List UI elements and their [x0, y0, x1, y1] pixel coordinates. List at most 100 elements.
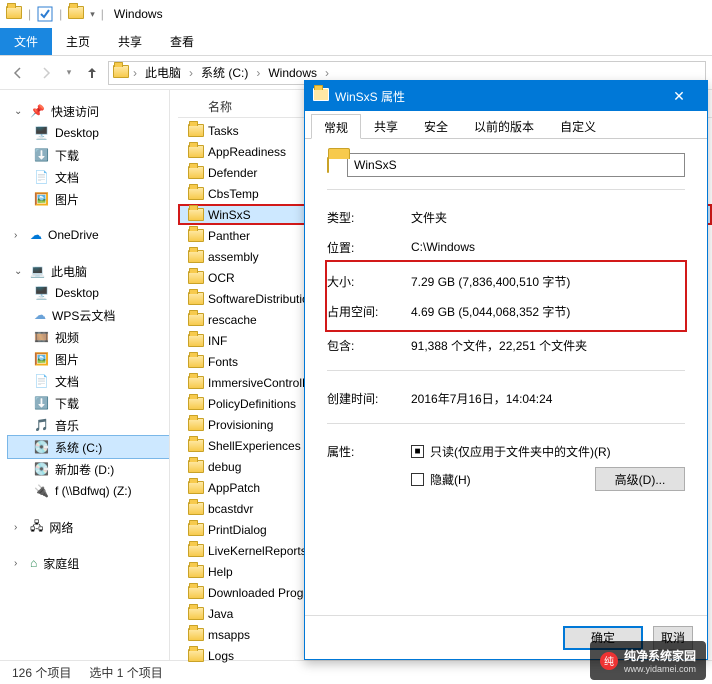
qat-separator: | — [28, 7, 31, 21]
folder-qat-icon[interactable] — [68, 6, 84, 22]
nav-this-pc[interactable]: ⌄💻此电脑 — [8, 260, 169, 282]
forward-button[interactable] — [34, 61, 58, 85]
prop-type: 类型:文件夹 — [327, 202, 685, 232]
folder-name: WinSxS — [208, 208, 251, 222]
folder-name: debug — [208, 460, 241, 474]
chevron-right-icon[interactable]: › — [254, 66, 262, 80]
readonly-checkbox[interactable]: ■ — [411, 445, 424, 458]
folder-icon — [188, 271, 204, 284]
nav-quick-documents[interactable]: 📄文档 — [8, 166, 169, 188]
document-icon: 📄 — [34, 374, 49, 388]
folder-icon — [188, 502, 204, 515]
dialog-tab-share[interactable]: 共享 — [361, 113, 411, 138]
prop-size-on-disk: 占用空间:4.69 GB (5,044,068,352 字节) — [327, 296, 685, 326]
watermark-url: www.yidamei.com — [624, 664, 696, 674]
checkbox-qat-icon[interactable] — [37, 6, 53, 22]
nav-pc-drive-c[interactable]: 💽系统 (C:) — [8, 436, 169, 458]
up-button[interactable] — [80, 61, 104, 85]
nav-homegroup[interactable]: ›⌂家庭组 — [8, 552, 169, 574]
folder-name-input[interactable]: WinSxS — [347, 153, 685, 177]
nav-quick-access[interactable]: ⌄📌快速访问 — [8, 100, 169, 122]
nav-pc-desktop[interactable]: 🖥️Desktop — [8, 282, 169, 304]
nav-pc-pictures[interactable]: 🖼️图片 — [8, 348, 169, 370]
folder-small-icon — [6, 6, 22, 22]
nav-pc-documents[interactable]: 📄文档 — [8, 370, 169, 392]
dialog-title: WinSxS 属性 — [335, 88, 405, 105]
nav-pc-drive-z[interactable]: 🔌f (\\Bdfwq) (Z:) — [8, 480, 169, 502]
dialog-titlebar[interactable]: WinSxS 属性 ✕ — [305, 81, 707, 111]
hidden-checkbox[interactable] — [411, 473, 424, 486]
cloud-icon: ☁ — [34, 308, 46, 322]
drive-icon: 💽 — [34, 440, 49, 454]
folder-icon — [188, 439, 204, 452]
nav-pc-drive-d[interactable]: 💽新加卷 (D:) — [8, 458, 169, 480]
readonly-label: 只读(仅应用于文件夹中的文件)(R) — [430, 443, 611, 460]
qat-separator: | — [59, 7, 62, 21]
ribbon-file-tab[interactable]: 文件 — [0, 28, 52, 55]
nav-pc-wps[interactable]: ☁WPS云文档 — [8, 304, 169, 326]
folder-icon — [188, 313, 204, 326]
folder-name: LiveKernelReports — [208, 544, 307, 558]
folder-name: CbsTemp — [208, 187, 259, 201]
folder-icon — [313, 88, 329, 104]
ribbon-tabs: 文件 主页 共享 查看 — [0, 28, 712, 56]
dialog-tab-general[interactable]: 常规 — [311, 114, 361, 139]
ribbon-tab-home[interactable]: 主页 — [52, 28, 104, 55]
folder-icon — [188, 187, 204, 200]
music-icon: 🎵 — [34, 418, 49, 432]
advanced-button[interactable]: 高级(D)... — [595, 467, 685, 491]
nav-pc-music[interactable]: 🎵音乐 — [8, 414, 169, 436]
video-icon: 🎞️ — [34, 330, 49, 344]
dialog-tab-security[interactable]: 安全 — [411, 113, 461, 138]
status-selection: 选中 1 个项目 — [89, 664, 162, 681]
desktop-icon: 🖥️ — [34, 286, 49, 300]
nav-onedrive[interactable]: ›☁OneDrive — [8, 224, 169, 246]
prop-created: 创建时间:2016年7月16日，14:04:24 — [327, 383, 685, 413]
folder-icon — [188, 544, 204, 557]
nav-quick-pictures[interactable]: 🖼️图片 — [8, 188, 169, 210]
qat-separator: | — [101, 7, 104, 21]
ribbon-tab-view[interactable]: 查看 — [156, 28, 208, 55]
breadcrumb-item[interactable]: 系统 (C:) — [197, 64, 252, 81]
folder-icon — [188, 460, 204, 473]
star-icon: 📌 — [30, 104, 45, 118]
logo-icon: 纯 — [600, 652, 618, 670]
folder-icon — [188, 586, 204, 599]
dialog-tab-custom[interactable]: 自定义 — [547, 113, 609, 138]
chevron-right-icon[interactable]: › — [323, 66, 331, 80]
qat-dropdown-icon[interactable]: ▾ — [90, 9, 95, 20]
folder-icon — [188, 145, 204, 158]
folder-icon — [188, 481, 204, 494]
folder-icon — [188, 376, 204, 389]
nav-pc-downloads[interactable]: ⬇️下载 — [8, 392, 169, 414]
folder-icon — [188, 418, 204, 431]
nav-quick-desktop[interactable]: 🖥️Desktop — [8, 122, 169, 144]
navigation-tree[interactable]: ⌄📌快速访问 🖥️Desktop ⬇️下载 📄文档 🖼️图片 ›☁OneDriv… — [0, 90, 170, 660]
drive-icon: 💽 — [34, 462, 49, 476]
nav-pc-videos[interactable]: 🎞️视频 — [8, 326, 169, 348]
nav-quick-downloads[interactable]: ⬇️下载 — [8, 144, 169, 166]
computer-icon: 💻 — [30, 264, 45, 278]
close-button[interactable]: ✕ — [659, 88, 699, 105]
dialog-tab-previous[interactable]: 以前的版本 — [461, 113, 547, 138]
folder-name: OCR — [208, 271, 235, 285]
breadcrumb-item[interactable]: 此电脑 — [141, 64, 185, 81]
nav-network[interactable]: ›🖧网络 — [8, 516, 169, 538]
breadcrumb-item[interactable]: Windows — [264, 66, 321, 80]
folder-icon — [188, 334, 204, 347]
document-icon: 📄 — [34, 170, 49, 184]
dialog-body: WinSxS 类型:文件夹 位置:C:\Windows 大小:7.29 GB (… — [305, 139, 707, 506]
folder-name: ShellExperiences — [208, 439, 301, 453]
chevron-right-icon[interactable]: › — [187, 66, 195, 80]
folder-name: rescache — [208, 313, 257, 327]
back-button[interactable] — [6, 61, 30, 85]
homegroup-icon: ⌂ — [30, 556, 37, 570]
window-titlebar: | | ▾ | Windows — [0, 0, 712, 28]
ribbon-tab-share[interactable]: 共享 — [104, 28, 156, 55]
folder-icon — [188, 292, 204, 305]
download-icon: ⬇️ — [34, 148, 49, 162]
chevron-right-icon[interactable]: › — [131, 66, 139, 80]
folder-name: Logs — [208, 649, 234, 663]
status-item-count: 126 个项目 — [12, 664, 71, 681]
recent-dropdown[interactable]: ▾ — [62, 61, 76, 85]
